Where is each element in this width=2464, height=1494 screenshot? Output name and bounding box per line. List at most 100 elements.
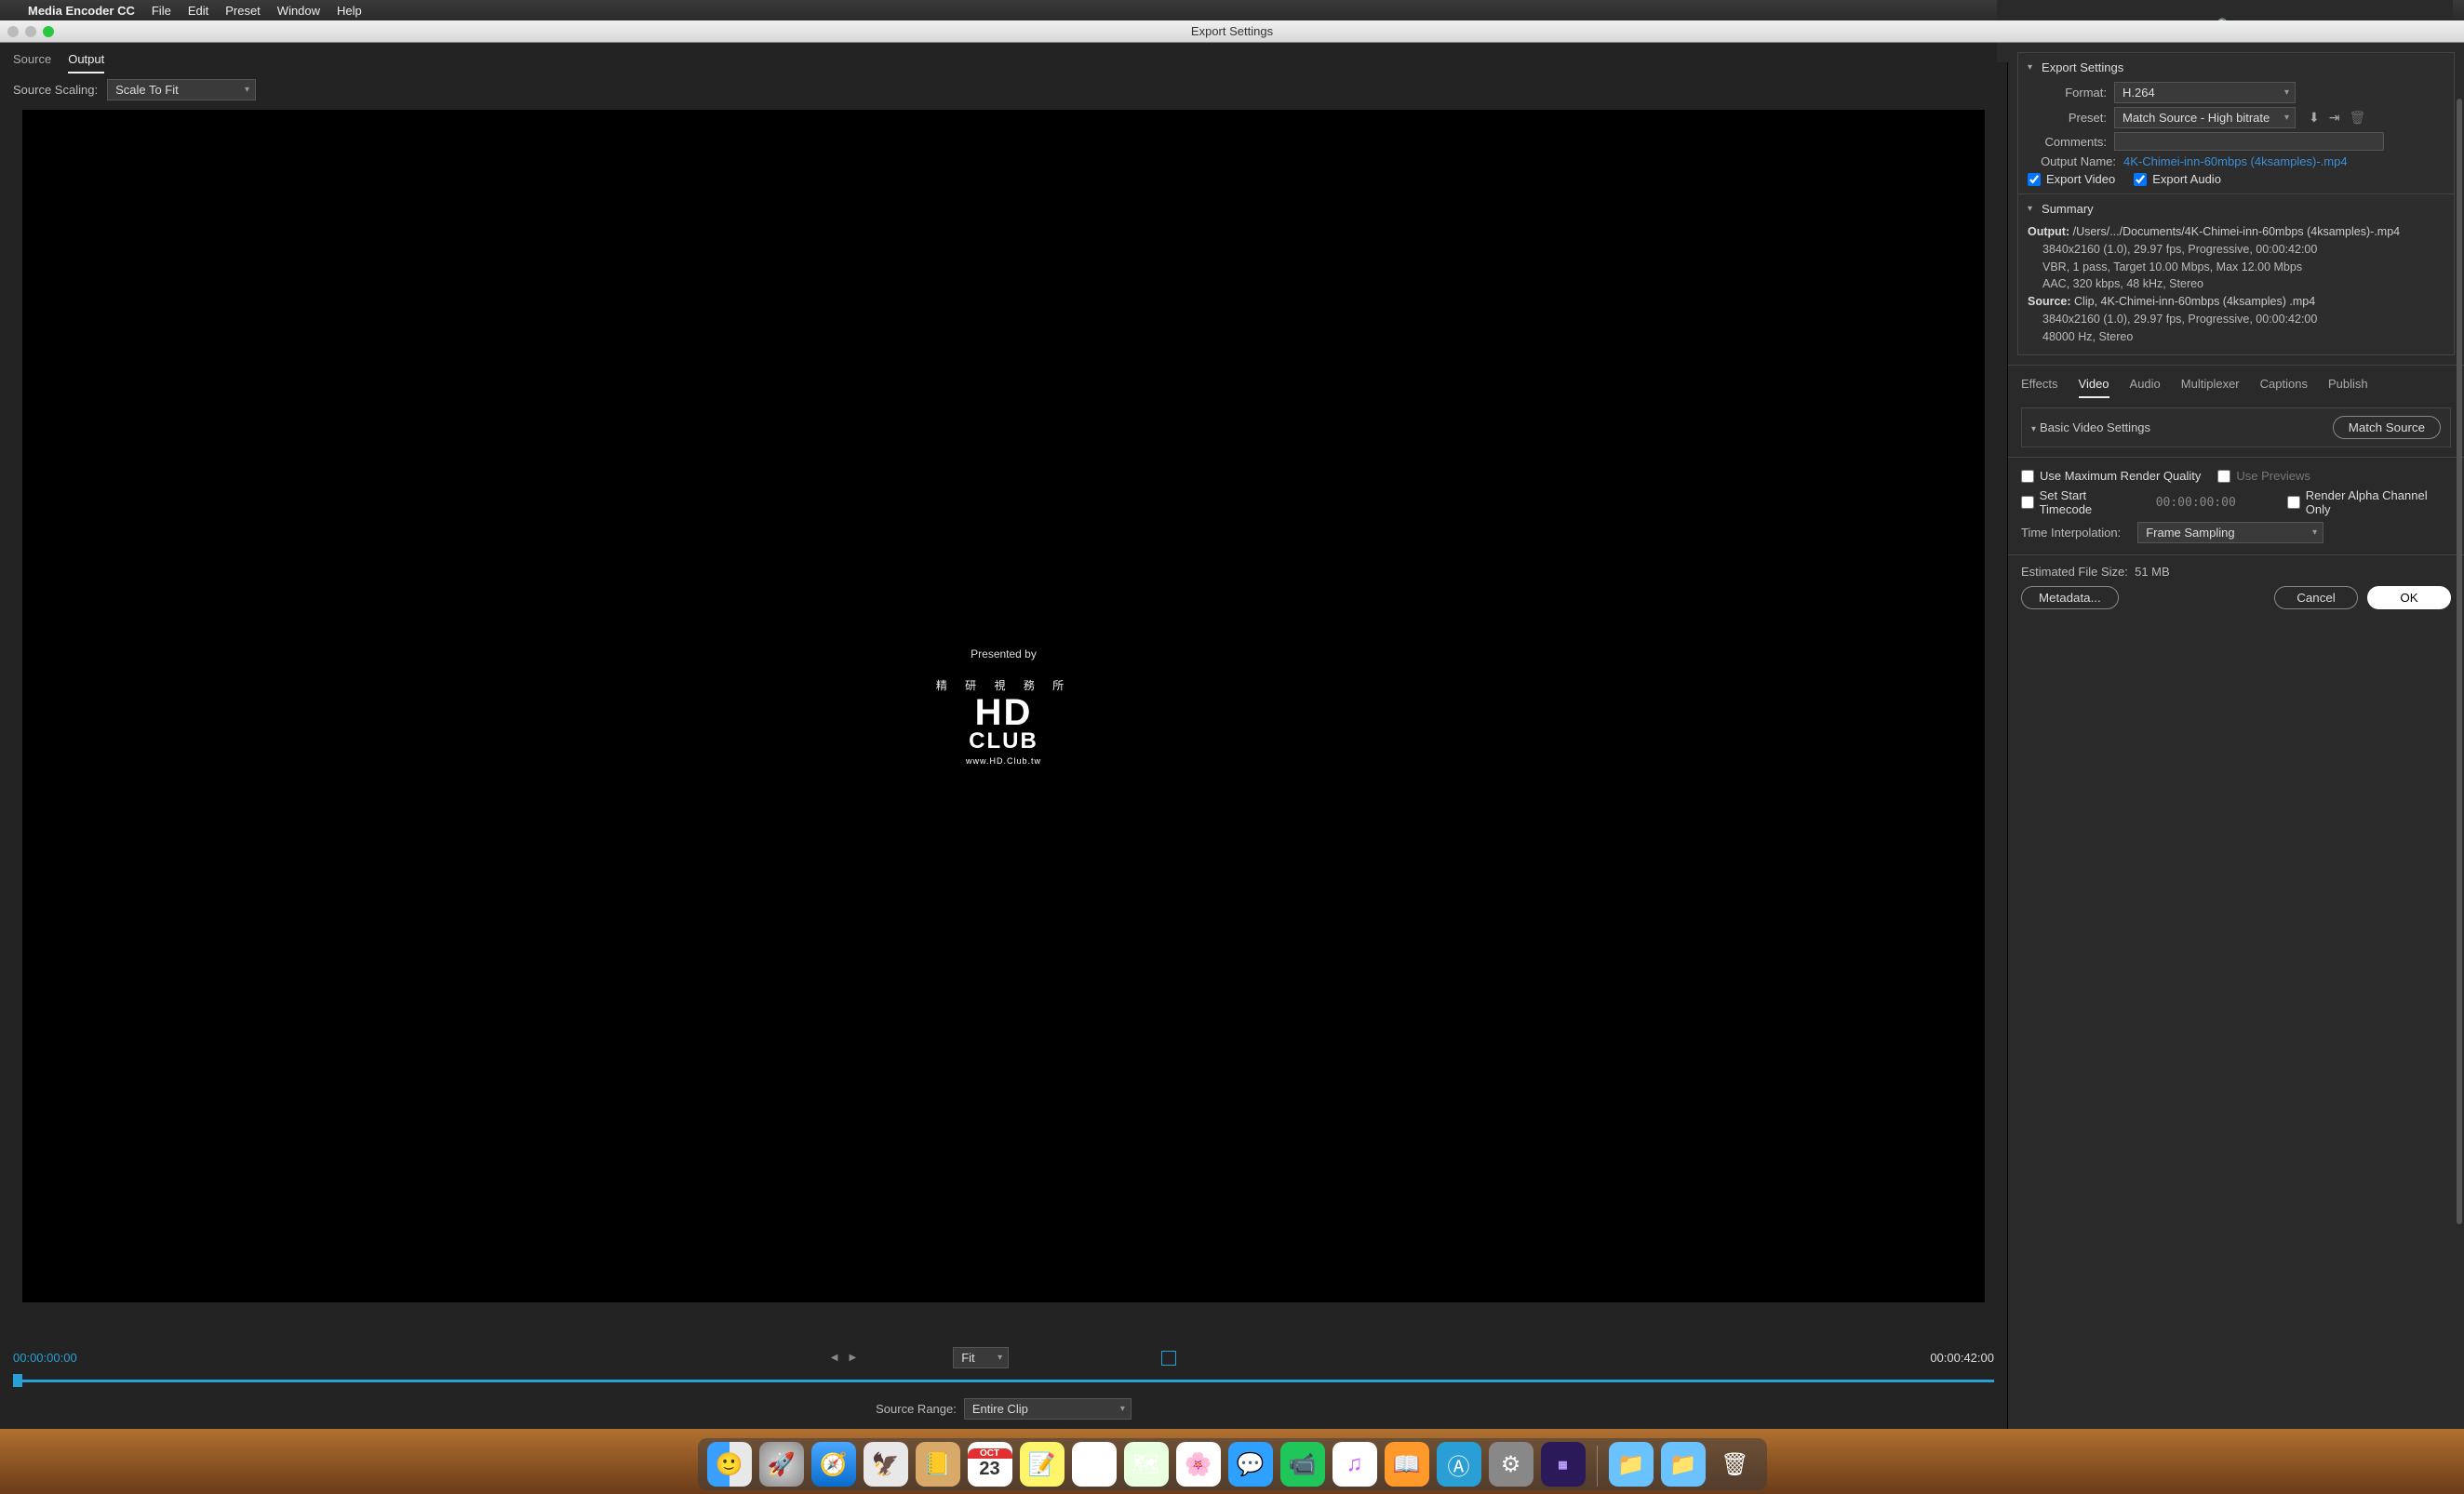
source-range-dropdown[interactable]: Entire Clip — [964, 1398, 1132, 1420]
timecode-end: 00:00:42:00 — [1930, 1351, 1994, 1365]
menu-help[interactable]: Help — [337, 4, 362, 18]
est-value: 51 MB — [2135, 565, 2170, 579]
output-name-link[interactable]: 4K-Chimei-inn-60mbps (4ksamples)-.mp4 — [2123, 154, 2348, 168]
menu-window[interactable]: Window — [277, 4, 320, 18]
minimize-icon[interactable] — [25, 26, 36, 37]
app-name[interactable]: Media Encoder CC — [28, 4, 135, 18]
set-start-tc-checkbox[interactable]: Set Start Timecode — [2021, 488, 2139, 516]
menu-preset[interactable]: Preset — [225, 4, 261, 18]
ok-button[interactable]: OK — [2367, 586, 2451, 609]
tab-source[interactable]: Source — [13, 50, 51, 73]
summary-out1: /Users/.../Documents/4K-Chimei-inn-60mbp… — [2073, 225, 2401, 238]
source-range-label: Source Range: — [876, 1402, 957, 1416]
timecode-start[interactable]: 00:00:00:00 — [13, 1351, 77, 1365]
dock-sysprefs-icon[interactable]: ⚙ — [1489, 1442, 1533, 1487]
window-titlebar: Export Settings — [0, 20, 2464, 43]
settings-panel: Export Settings Format: H.264 Preset: Ma… — [2008, 43, 2464, 1429]
dock-reminders-icon[interactable]: ☑ — [1072, 1442, 1117, 1487]
step-fwd-icon[interactable]: ▶ — [850, 1353, 857, 1363]
preview-hd: HD — [936, 697, 1071, 728]
summary-src3: 48000 Hz, Stereo — [2042, 328, 2444, 346]
macos-menubar: Media Encoder CC File Edit Preset Window… — [0, 0, 2464, 20]
zoom-fit-dropdown[interactable]: Fit — [953, 1347, 1009, 1368]
preset-label: Preset: — [2028, 111, 2107, 125]
source-scaling-dropdown[interactable]: Scale To Fit — [107, 79, 256, 100]
step-back-icon[interactable]: ◀ — [831, 1353, 838, 1363]
tab-output[interactable]: Output — [68, 50, 104, 73]
format-dropdown[interactable]: H.264 — [2114, 82, 2296, 103]
preview-cj: 精 研 視 務 所 — [936, 677, 1071, 693]
dock-finder-icon[interactable]: 🙂 — [707, 1442, 752, 1487]
dock-photos-icon[interactable]: 🌸 — [1176, 1442, 1221, 1487]
window-title: Export Settings — [1191, 24, 1273, 38]
preset-dropdown[interactable]: Match Source - High bitrate — [2114, 107, 2296, 128]
summary-src2: 3840x2160 (1.0), 29.97 fps, Progressive,… — [2042, 311, 2444, 328]
dock-maps-icon[interactable]: 🗺 — [1124, 1442, 1169, 1487]
timeline-slider[interactable] — [13, 1374, 1994, 1387]
dock-messages-icon[interactable]: 💬 — [1228, 1442, 1273, 1487]
summary-heading[interactable]: Summary — [2028, 202, 2444, 216]
tab-captions[interactable]: Captions — [2260, 375, 2308, 398]
preview-presented-by: Presented by — [936, 647, 1071, 660]
dock: 🙂 🚀 🧭 🦅 📒 OCT23 📝 ☑ 🗺 🌸 💬 📹 ♫ 📖 Ⓐ ⚙ ▦ 📁 … — [698, 1438, 1767, 1490]
summary-src1: Clip, 4K-Chimei-inn-60mbps (4ksamples) .… — [2074, 295, 2315, 308]
export-settings-heading[interactable]: Export Settings — [2028, 60, 2444, 74]
dock-launchpad-icon[interactable]: 🚀 — [759, 1442, 804, 1487]
menu-edit[interactable]: Edit — [188, 4, 208, 18]
format-label: Format: — [2028, 86, 2107, 100]
est-label: Estimated File Size: — [2021, 565, 2128, 579]
time-interp-label: Time Interpolation: — [2021, 526, 2121, 540]
preview-panel: Source Output Source Scaling: Scale To F… — [0, 43, 2008, 1429]
tab-effects[interactable]: Effects — [2021, 375, 2058, 398]
output-name-label: Output Name: — [2028, 154, 2116, 168]
dock-trash-icon[interactable]: 🗑 — [1713, 1442, 1758, 1487]
dock-mail-icon[interactable]: 🦅 — [864, 1442, 908, 1487]
summary-out3: VBR, 1 pass, Target 10.00 Mbps, Max 12.0… — [2042, 259, 2444, 276]
cancel-button[interactable]: Cancel — [2274, 586, 2358, 609]
summary-output-label: Output: — [2028, 225, 2069, 238]
delete-preset-icon[interactable]: 🗑 — [2349, 110, 2365, 126]
use-previews-checkbox[interactable]: Use Previews — [2217, 469, 2310, 483]
clock[interactable]: Mon 11:45 AM — [2187, 0, 2264, 3]
tab-video[interactable]: Video — [2079, 375, 2109, 398]
tab-multiplexer[interactable]: Multiplexer — [2181, 375, 2240, 398]
basic-video-heading[interactable]: Basic Video Settings — [2031, 420, 2150, 434]
comments-label: Comments: — [2028, 135, 2107, 149]
dock-notes-icon[interactable]: 📝 — [1020, 1442, 1065, 1487]
export-video-checkbox[interactable]: Export Video — [2028, 172, 2115, 186]
match-source-button[interactable]: Match Source — [2333, 416, 2441, 439]
tab-publish[interactable]: Publish — [2328, 375, 2368, 398]
max-quality-checkbox[interactable]: Use Maximum Render Quality — [2021, 469, 2201, 483]
dock-apps-folder-icon[interactable]: 📁 — [1609, 1442, 1654, 1487]
crop-icon[interactable] — [1161, 1351, 1176, 1366]
import-preset-icon[interactable]: ⇥ — [2329, 110, 2340, 126]
close-icon[interactable] — [7, 26, 19, 37]
summary-out2: 3840x2160 (1.0), 29.97 fps, Progressive,… — [2042, 241, 2444, 259]
source-scaling-label: Source Scaling: — [13, 83, 98, 97]
dock-media-encoder-icon[interactable]: ▦ — [1541, 1442, 1586, 1487]
dock-facetime-icon[interactable]: 📹 — [1280, 1442, 1325, 1487]
dock-downloads-folder-icon[interactable]: 📁 — [1661, 1442, 1706, 1487]
start-tc-value: 00:00:00:00 — [2156, 496, 2236, 510]
tab-audio[interactable]: Audio — [2130, 375, 2161, 398]
export-audio-checkbox[interactable]: Export Audio — [2134, 172, 2221, 186]
dock-separator — [1597, 1446, 1598, 1487]
zoom-icon[interactable] — [43, 26, 54, 37]
dock-itunes-icon[interactable]: ♫ — [1332, 1442, 1377, 1487]
scrollbar[interactable] — [2457, 99, 2462, 1224]
comments-input[interactable] — [2114, 132, 2384, 151]
preview-url: www.HD.Club.tw — [936, 756, 1071, 766]
save-preset-icon[interactable]: ⬇ — [2309, 110, 2320, 126]
dock-calendar-icon[interactable]: OCT23 — [968, 1442, 1012, 1487]
menu-file[interactable]: File — [152, 4, 171, 18]
desktop: 🙂 🚀 🧭 🦅 📒 OCT23 📝 ☑ 🗺 🌸 💬 📹 ♫ 📖 Ⓐ ⚙ ▦ 📁 … — [0, 1429, 2464, 1494]
time-interp-dropdown[interactable]: Frame Sampling — [2137, 522, 2323, 543]
render-alpha-checkbox[interactable]: Render Alpha Channel Only — [2287, 488, 2451, 516]
traffic-lights — [7, 26, 54, 37]
metadata-button[interactable]: Metadata... — [2021, 586, 2119, 609]
dock-appstore-icon[interactable]: Ⓐ — [1437, 1442, 1481, 1487]
dock-contacts-icon[interactable]: 📒 — [916, 1442, 960, 1487]
dock-safari-icon[interactable]: 🧭 — [811, 1442, 856, 1487]
preview-club: CLUB — [936, 728, 1071, 754]
dock-ibooks-icon[interactable]: 📖 — [1385, 1442, 1429, 1487]
